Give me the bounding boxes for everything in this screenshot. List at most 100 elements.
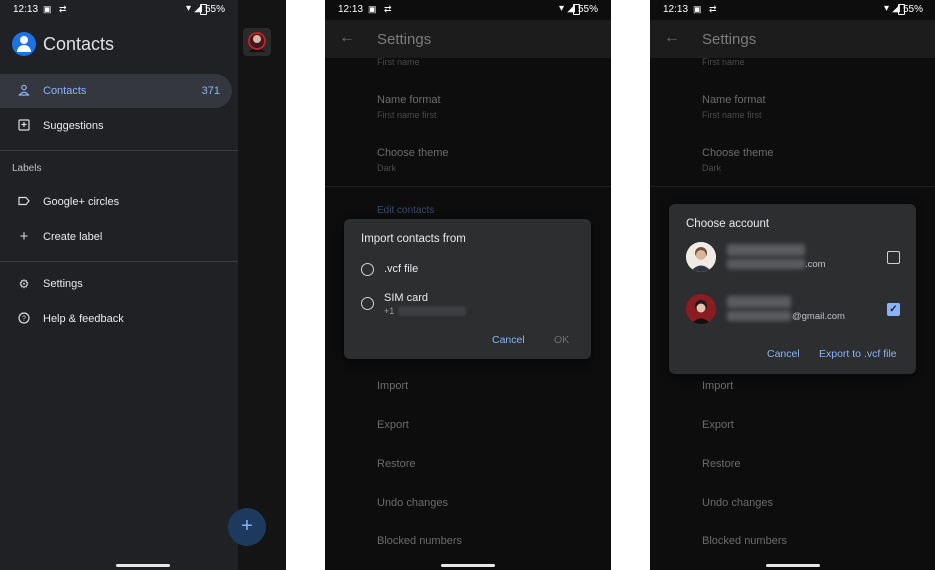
- app-title: Contacts: [43, 34, 115, 54]
- contacts-drawer-screen: 12:13 ▣ ⇄ ▾ ◢ 55% Contacts Contacts 371 …: [0, 0, 286, 570]
- vcf-file-option[interactable]: .vcf file: [384, 263, 418, 275]
- dialog-title: Import contacts from: [361, 233, 466, 245]
- settings-export-screen: 12:13 ▣ ⇄ ▾ ◢ 55% ← Settings First name …: [650, 0, 935, 570]
- content-scrim[interactable]: [238, 0, 286, 570]
- cancel-button[interactable]: Cancel: [767, 348, 800, 360]
- ok-button[interactable]: OK: [554, 334, 569, 346]
- import-contacts-dialog: Import contacts from .vcf file SIM card …: [344, 219, 591, 359]
- app-bar: ← Settings: [325, 20, 611, 58]
- back-arrow-icon[interactable]: ←: [664, 29, 680, 47]
- sim-card-option[interactable]: SIM card: [384, 292, 428, 304]
- drawer-divider: [0, 150, 238, 151]
- drawer-item-suggestions[interactable]: Suggestions: [0, 109, 232, 143]
- label-icon: [17, 195, 31, 209]
- account-checkbox-checked[interactable]: ✓: [887, 303, 900, 316]
- gear-icon: ⚙: [18, 277, 30, 291]
- add-contact-fab[interactable]: +: [228, 508, 266, 546]
- drawer-item-google-circles[interactable]: Google+ circles: [0, 185, 232, 219]
- export-setting[interactable]: Export: [377, 419, 409, 431]
- contacts-count: 371: [201, 85, 220, 97]
- first-name-partial: First name: [702, 57, 745, 67]
- vcf-file-radio[interactable]: [361, 263, 374, 276]
- choose-theme-value: Dark: [377, 163, 397, 173]
- page-title: Settings: [702, 31, 757, 48]
- battery-level: 55%: [902, 4, 923, 15]
- contacts-logo-icon: [12, 32, 36, 56]
- account-email-suffix: .com: [805, 259, 826, 270]
- drawer-item-help[interactable]: ? Help & feedback: [0, 302, 232, 336]
- gesture-nav-bar[interactable]: [116, 564, 170, 567]
- account-email-suffix: @gmail.com: [792, 311, 845, 322]
- svg-text:?: ?: [22, 316, 26, 323]
- settings-divider: [650, 186, 935, 187]
- wifi-icon: ▾: [883, 3, 889, 14]
- blocked-numbers-setting[interactable]: Blocked numbers: [377, 535, 462, 547]
- wifi-icon: ▾: [558, 3, 564, 14]
- plus-icon: +: [241, 515, 253, 537]
- settings-divider: [325, 186, 611, 187]
- plus-icon: +: [19, 228, 29, 245]
- message-notification-icon: ▣: [43, 4, 52, 14]
- dialog-title: Choose account: [686, 218, 770, 230]
- profile-avatar[interactable]: [243, 28, 271, 56]
- undo-changes-setting[interactable]: Undo changes: [702, 497, 773, 509]
- drawer-item-create-label[interactable]: + Create label: [0, 220, 232, 254]
- wifi-icon: ▾: [185, 3, 191, 14]
- name-format-setting[interactable]: Name format: [702, 94, 766, 106]
- edit-contacts-header: Edit contacts: [377, 205, 435, 216]
- message-notification-icon: ▣: [368, 4, 377, 14]
- status-time: 12:13: [338, 4, 364, 15]
- status-bar: 12:13 ▣ ⇄ ▾ ◢ 55%: [325, 0, 611, 20]
- labels-heading: Labels: [12, 163, 42, 174]
- drawer-item-label: Settings: [43, 278, 83, 290]
- choose-theme-value: Dark: [702, 163, 722, 173]
- choose-theme-setting[interactable]: Choose theme: [377, 147, 449, 159]
- name-format-value: First name first: [377, 110, 437, 120]
- account-avatar: [686, 294, 716, 324]
- account-checkbox[interactable]: [887, 251, 900, 264]
- sync-notification-icon: ⇄: [59, 4, 67, 14]
- status-time: 12:13: [13, 4, 39, 15]
- undo-changes-setting[interactable]: Undo changes: [377, 497, 448, 509]
- drawer-item-label: Create label: [43, 231, 103, 243]
- status-bar: 12:13 ▣ ⇄ ▾ ◢ 55%: [650, 0, 935, 20]
- drawer-item-settings[interactable]: ⚙ Settings: [0, 267, 232, 301]
- redacted-phone-number: [398, 306, 466, 316]
- drawer-item-contacts[interactable]: Contacts 371: [0, 74, 232, 108]
- drawer-item-label: Google+ circles: [43, 196, 120, 208]
- blocked-numbers-setting[interactable]: Blocked numbers: [702, 535, 787, 547]
- restore-setting[interactable]: Restore: [702, 458, 741, 470]
- status-time: 12:13: [663, 4, 689, 15]
- redacted-account-email: [727, 311, 791, 321]
- sync-notification-icon: ⇄: [384, 4, 392, 14]
- battery-level: 55%: [577, 4, 598, 15]
- choose-theme-setting[interactable]: Choose theme: [702, 147, 774, 159]
- drawer-divider: [0, 261, 238, 262]
- back-arrow-icon[interactable]: ←: [339, 29, 355, 47]
- sim-card-radio[interactable]: [361, 297, 374, 310]
- redacted-account-email: [727, 259, 805, 269]
- account-avatar: [686, 242, 716, 272]
- first-name-partial: First name: [377, 57, 420, 67]
- drawer-item-label: Suggestions: [43, 120, 104, 132]
- gesture-nav-bar[interactable]: [766, 564, 820, 567]
- import-setting[interactable]: Import: [702, 380, 733, 392]
- redacted-account-name: [727, 296, 791, 308]
- gesture-nav-bar[interactable]: [441, 564, 495, 567]
- sync-notification-icon: ⇄: [709, 4, 717, 14]
- help-icon: ?: [17, 312, 31, 326]
- redacted-account-name: [727, 244, 805, 256]
- restore-setting[interactable]: Restore: [377, 458, 416, 470]
- page-title: Settings: [377, 31, 432, 48]
- export-setting[interactable]: Export: [702, 419, 734, 431]
- export-to-vcf-button[interactable]: Export to .vcf file: [819, 348, 897, 360]
- sim-number-prefix: +1: [384, 306, 395, 316]
- cancel-button[interactable]: Cancel: [492, 334, 525, 346]
- import-setting[interactable]: Import: [377, 380, 408, 392]
- battery-level: 55%: [204, 4, 225, 15]
- drawer-item-label: Contacts: [43, 85, 87, 97]
- suggestions-icon: [17, 119, 31, 133]
- name-format-setting[interactable]: Name format: [377, 94, 441, 106]
- drawer-item-label: Help & feedback: [43, 313, 124, 325]
- app-bar: ← Settings: [650, 20, 935, 58]
